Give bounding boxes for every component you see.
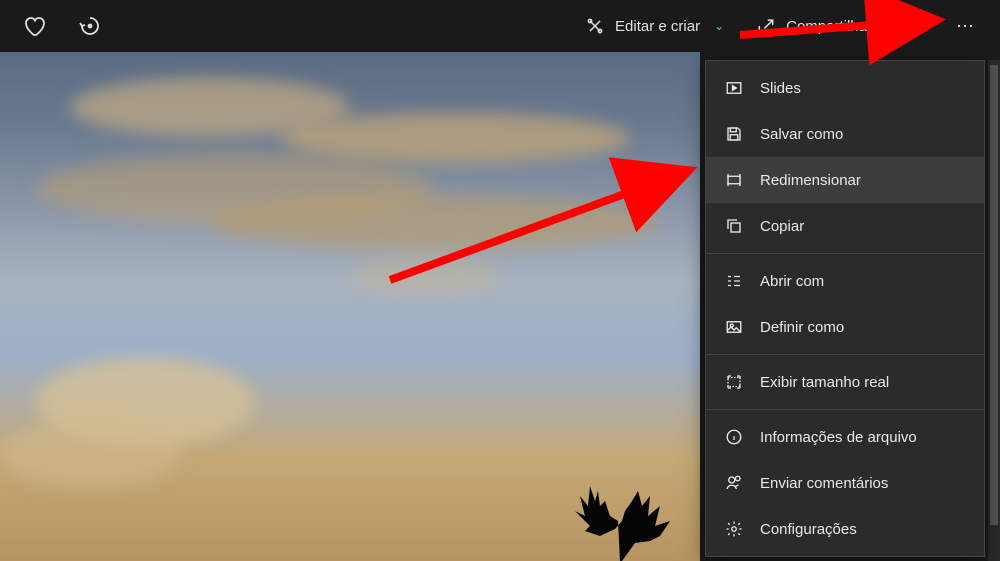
actual-size-icon (724, 372, 744, 392)
menu-file-info[interactable]: Informações de arquivo (706, 414, 984, 460)
set-as-icon (724, 317, 744, 337)
menu-label: Copiar (760, 218, 804, 235)
image-viewport (0, 52, 700, 561)
menu-set-as[interactable]: Definir como (706, 304, 984, 350)
menu-divider (706, 253, 984, 254)
copy-icon (724, 216, 744, 236)
menu-open-with[interactable]: Abrir com (706, 258, 984, 304)
share-icon (756, 16, 776, 36)
toolbar-left-group (8, 0, 116, 52)
menu-actual-size[interactable]: Exibir tamanho real (706, 359, 984, 405)
open-with-icon (724, 271, 744, 291)
more-button[interactable]: ⋯ (940, 0, 992, 52)
menu-label: Abrir com (760, 273, 824, 290)
menu-slides[interactable]: Slides (706, 65, 984, 111)
toolbar-right-group: Editar e criar ⌄ Compartilhar (569, 0, 992, 52)
save-icon (724, 124, 744, 144)
print-icon (903, 15, 925, 37)
menu-label: Exibir tamanho real (760, 374, 889, 391)
menu-save-as[interactable]: Salvar como (706, 111, 984, 157)
settings-icon (724, 519, 744, 539)
scrollbar-thumb[interactable] (990, 65, 998, 525)
edit-icon (585, 16, 605, 36)
menu-label: Configurações (760, 521, 857, 538)
share-button[interactable]: Compartilhar (740, 0, 888, 52)
edit-create-button[interactable]: Editar e criar ⌄ (569, 0, 740, 52)
print-button[interactable] (888, 0, 940, 52)
chevron-down-icon: ⌄ (714, 19, 724, 33)
edit-label: Editar e criar (615, 18, 700, 35)
rotate-icon (78, 14, 102, 38)
share-label: Compartilhar (786, 18, 872, 35)
favorite-button[interactable] (8, 0, 60, 52)
tree-silhouette (560, 471, 680, 561)
menu-label: Slides (760, 80, 801, 97)
top-toolbar: Editar e criar ⌄ Compartilhar (0, 0, 1000, 52)
menu-feedback[interactable]: Enviar comentários (706, 460, 984, 506)
dropdown-scrollbar[interactable] (988, 60, 1000, 561)
resize-icon (724, 170, 744, 190)
feedback-icon (724, 473, 744, 493)
slideshow-icon (724, 78, 744, 98)
rotate-button[interactable] (64, 0, 116, 52)
menu-label: Enviar comentários (760, 475, 888, 492)
menu-label: Definir como (760, 319, 844, 336)
heart-icon (22, 14, 46, 38)
more-dropdown-menu: Slides Salvar como Redimensionar Copiar … (705, 60, 985, 557)
menu-divider (706, 354, 984, 355)
menu-label: Salvar como (760, 126, 843, 143)
menu-label: Redimensionar (760, 172, 861, 189)
menu-divider (706, 409, 984, 410)
menu-settings[interactable]: Configurações (706, 506, 984, 552)
menu-label: Informações de arquivo (760, 429, 917, 446)
menu-resize[interactable]: Redimensionar (706, 157, 984, 203)
info-icon (724, 427, 744, 447)
menu-copy[interactable]: Copiar (706, 203, 984, 249)
ellipsis-icon: ⋯ (956, 16, 976, 37)
